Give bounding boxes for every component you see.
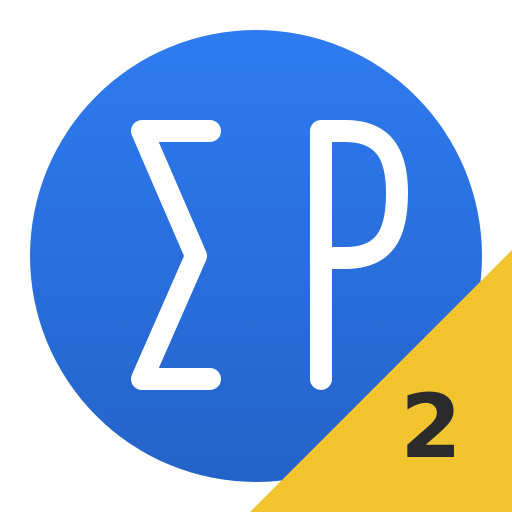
app-icon-graphic: 2 (30, 30, 512, 512)
badge-number: 2 (400, 375, 461, 478)
app-icon: 2 (0, 0, 512, 512)
